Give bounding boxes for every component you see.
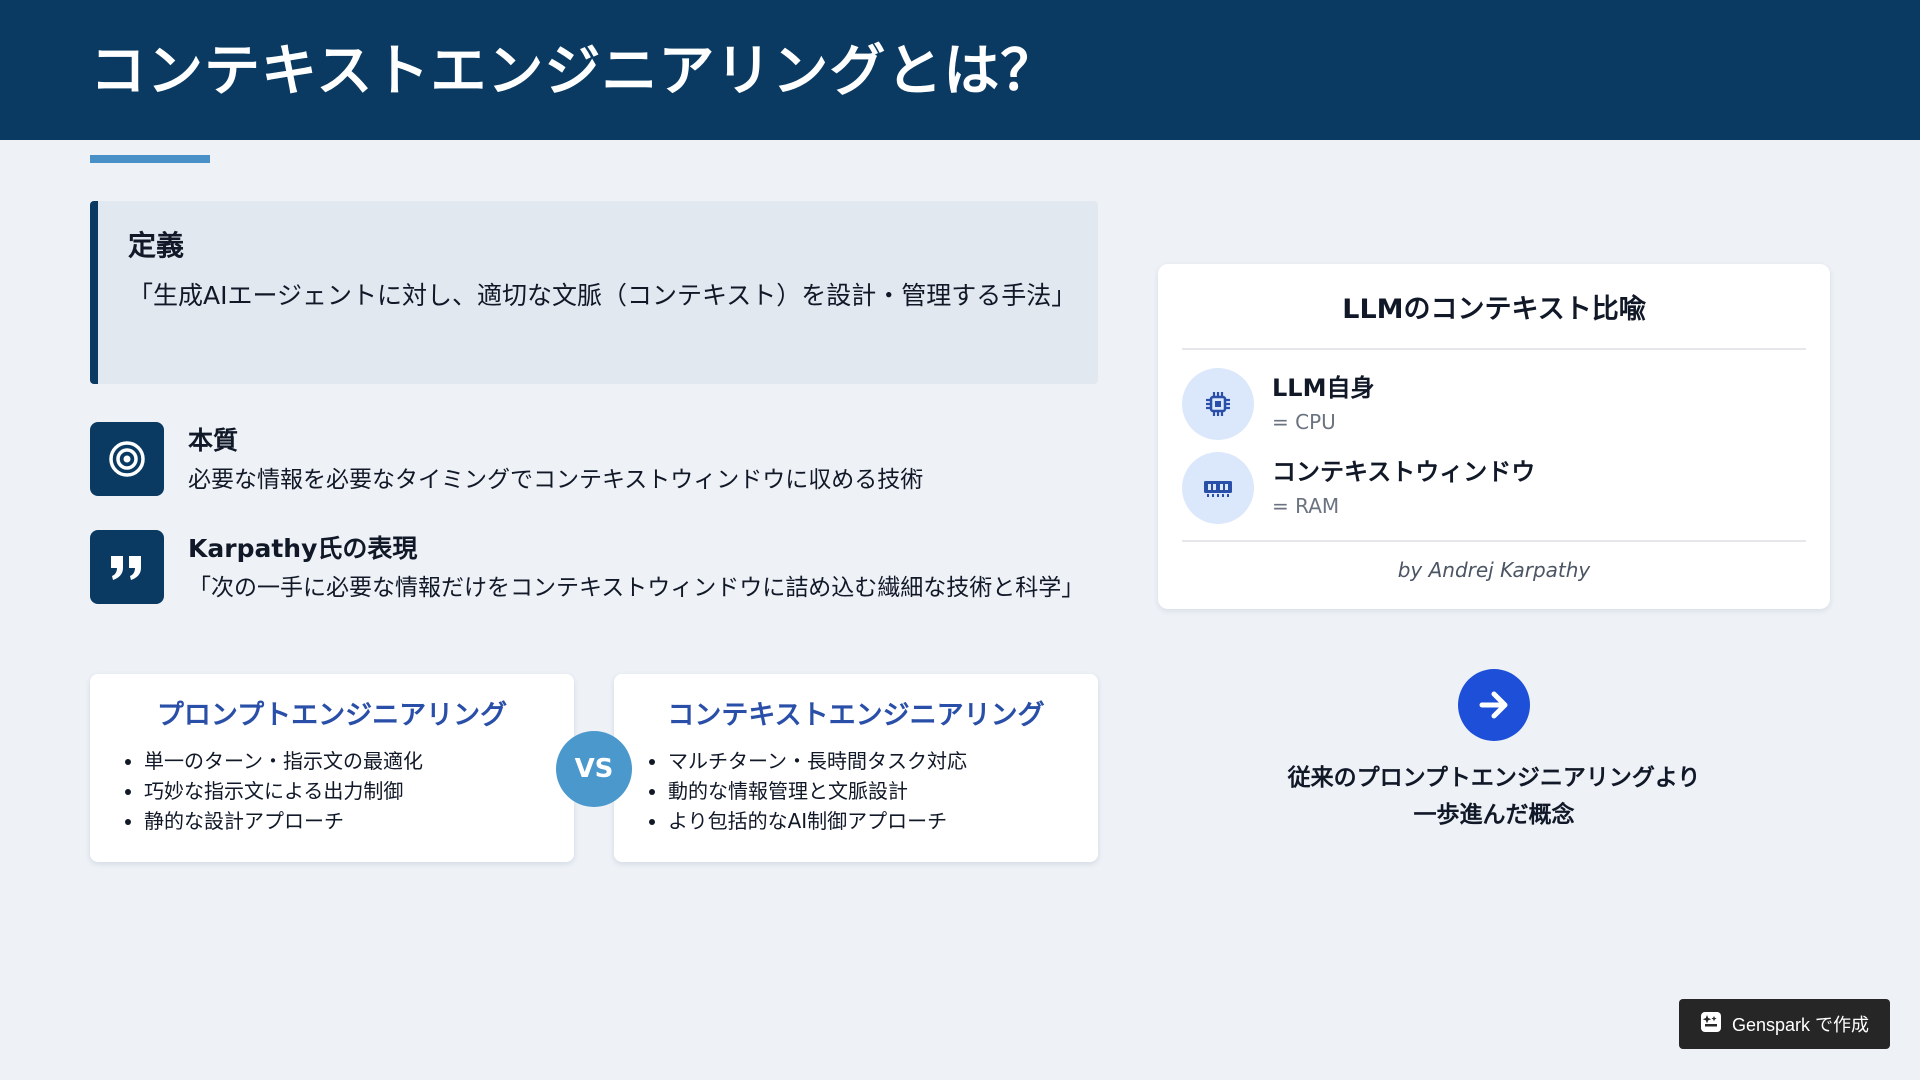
card-title: プロンプトエンジニアリング [156, 700, 508, 731]
card-list: マルチターン・長時間タスク対応 動的な情報管理と文脈設計 より包括的なAI制御ア… [644, 746, 1068, 836]
feature-text: 「次の一手に必要な情報だけをコンテキストウィンドウに詰め込む繊細な技術と科学」 [188, 575, 1085, 601]
list-item: 動的な情報管理と文脈設計 [668, 776, 1068, 806]
list-item: 単一のターン・指示文の最適化 [144, 746, 544, 776]
arrow-right-icon [1458, 669, 1530, 741]
cpu-chip-icon [1182, 368, 1254, 440]
divider [1182, 540, 1806, 542]
definition-title: 定義 [128, 229, 185, 262]
title-accent-bar [90, 155, 210, 163]
list-item: より包括的なAI制御アプローチ [668, 806, 1068, 836]
list-item: 巧妙な指示文による出力制御 [144, 776, 544, 806]
prompt-engineering-card: プロンプトエンジニアリング 単一のターン・指示文の最適化 巧妙な指示文による出力… [90, 674, 574, 862]
row-subtitle: = RAM [1272, 494, 1340, 518]
list-item: マルチターン・長時間タスク対応 [668, 746, 1068, 776]
genspark-icon [1700, 1011, 1722, 1038]
genspark-badge[interactable]: Genspark で作成 [1679, 999, 1890, 1049]
summary-text: 従来のプロンプトエンジニアリングより 一歩進んだ概念 [1190, 760, 1798, 834]
llm-row-ram: コンテキストウィンドウ = RAM [1182, 452, 1806, 524]
summary-line-2: 一歩進んだ概念 [1413, 802, 1575, 828]
feature-title: 本質 [188, 426, 239, 455]
summary-line-1: 従来のプロンプトエンジニアリングより [1287, 765, 1701, 791]
list-item: 静的な設計アプローチ [144, 806, 544, 836]
context-engineering-card: コンテキストエンジニアリング マルチターン・長時間タスク対応 動的な情報管理と文… [614, 674, 1098, 862]
divider [1182, 348, 1806, 350]
card-title: LLMのコンテキスト比喩 [1342, 294, 1646, 325]
definition-text: 「生成AIエージェントに対し、適切な文脈（コンテキスト）を設計・管理する手法」 [128, 281, 1077, 310]
row-title: LLM自身 [1272, 374, 1375, 402]
row-subtitle: = CPU [1272, 410, 1336, 434]
llm-row-cpu: LLM自身 = CPU [1182, 368, 1806, 440]
genspark-label: Genspark で作成 [1731, 1015, 1870, 1035]
definition-box: 定義 「生成AIエージェントに対し、適切な文脈（コンテキスト）を設計・管理する手… [90, 201, 1098, 384]
llm-metaphor-card: LLMのコンテキスト比喩 LLM自身 = CPU コンテキストウィンドウ = R… [1158, 264, 1830, 609]
attribution: by Andrej Karpathy [1397, 558, 1591, 582]
feature-title: Karpathy氏の表現 [188, 534, 418, 563]
feature-text: 必要な情報を必要なタイミングでコンテキストウィンドウに収める技術 [188, 467, 924, 493]
page-title: コンテキストエンジニアリングとは？ [90, 39, 1058, 104]
card-title: コンテキストエンジニアリング [667, 700, 1045, 731]
target-icon [90, 422, 164, 496]
vs-badge: VS [556, 731, 632, 807]
memory-icon [1182, 452, 1254, 524]
quote-icon [90, 530, 164, 604]
row-title: コンテキストウィンドウ [1272, 458, 1536, 486]
header-bar: コンテキストエンジニアリングとは？ [0, 0, 1920, 140]
card-list: 単一のターン・指示文の最適化 巧妙な指示文による出力制御 静的な設計アプローチ [120, 746, 544, 836]
